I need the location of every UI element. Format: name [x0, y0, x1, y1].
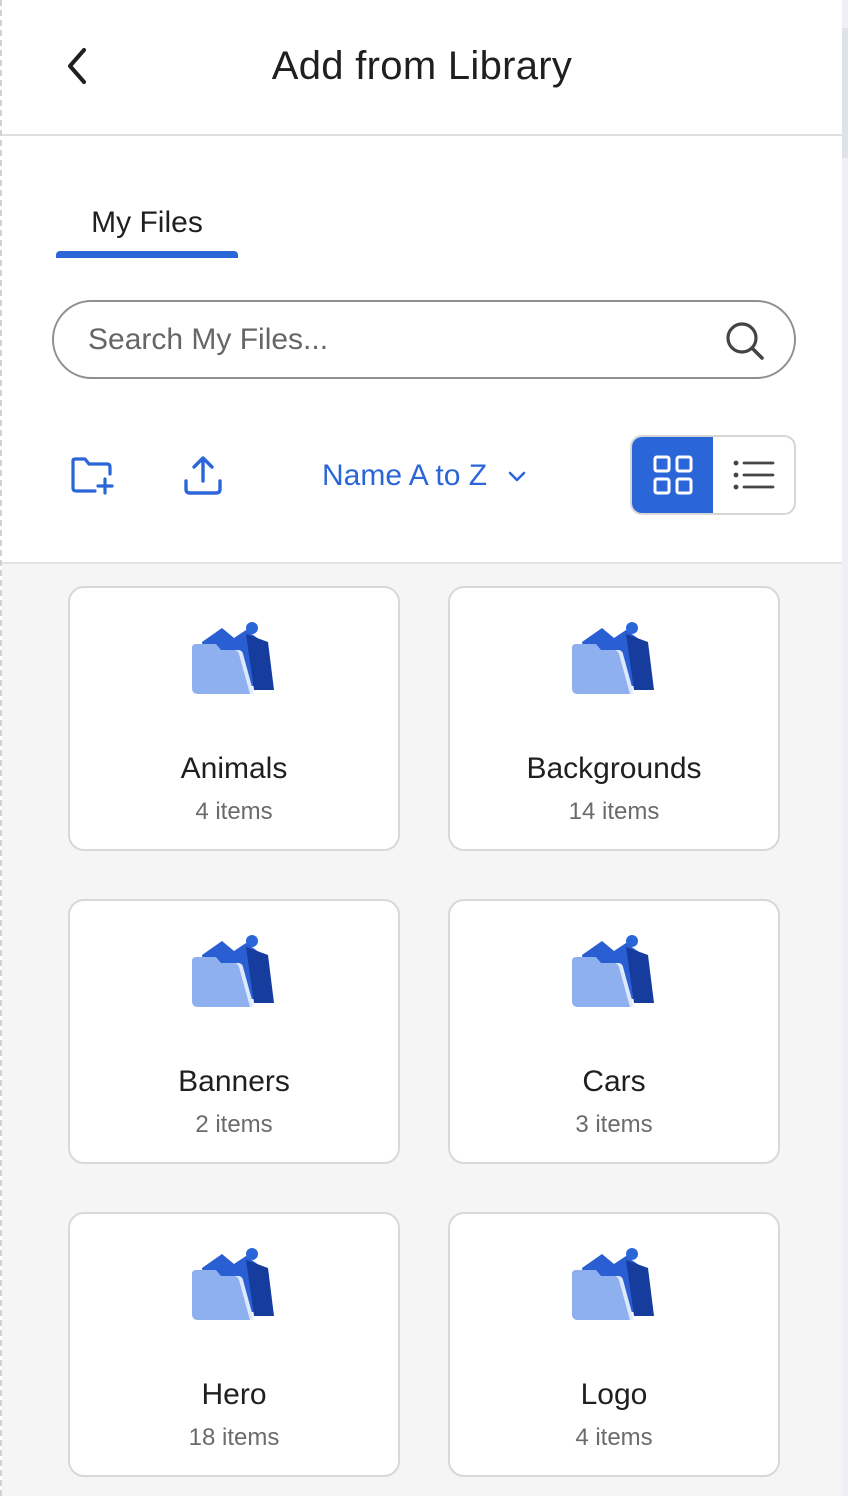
folder-item-count: 4 items: [575, 1424, 653, 1451]
folder-item-count: 3 items: [575, 1111, 653, 1138]
folder-name: Hero: [201, 1378, 267, 1411]
chevron-down-icon: [508, 471, 526, 482]
folder-name: Backgrounds: [526, 752, 702, 785]
tab-label: My Files: [91, 206, 203, 239]
sort-dropdown[interactable]: Name A to Z: [322, 454, 529, 498]
image-folder-icon: [192, 622, 274, 694]
folder-item-count: 4 items: [195, 798, 273, 825]
list-view-icon: [733, 460, 774, 490]
sort-label: Name A to Z: [322, 459, 488, 492]
folder-name: Banners: [178, 1065, 290, 1098]
active-tab-indicator: [56, 251, 238, 258]
folder-item-count: 18 items: [188, 1424, 280, 1451]
search-icon[interactable]: [724, 320, 766, 362]
page-title: Add from Library: [271, 44, 573, 88]
background-tab: [842, 28, 848, 158]
folder-item-count: 14 items: [568, 798, 660, 825]
list-view-button[interactable]: [713, 437, 794, 513]
folder-card[interactable]: Cars 3 items: [448, 899, 780, 1164]
folder-plus-icon: [71, 457, 114, 495]
folder-card[interactable]: Animals 4 items: [68, 586, 400, 851]
folder-name: Animals: [180, 752, 288, 785]
tab-my-files[interactable]: My Files: [56, 190, 238, 258]
folder-name: Logo: [580, 1378, 648, 1411]
image-folder-icon: [572, 1248, 654, 1320]
grid-view-icon: [653, 455, 692, 495]
folder-name: Cars: [582, 1065, 646, 1098]
view-toggle: [630, 435, 796, 515]
library-panel: Add from Library My Files Search My File…: [0, 0, 842, 1496]
folder-item-count: 2 items: [195, 1111, 273, 1138]
folder-card[interactable]: Backgrounds 14 items: [448, 586, 780, 851]
upload-button[interactable]: [178, 450, 228, 500]
image-folder-icon: [572, 935, 654, 1007]
toolbar: Name A to Z: [2, 430, 842, 520]
grid-view-button[interactable]: [632, 437, 713, 513]
search-box: [52, 300, 796, 379]
image-folder-icon: [572, 622, 654, 694]
folder-card[interactable]: Logo 4 items: [448, 1212, 780, 1477]
background-strip: [842, 0, 848, 1496]
folder-grid-area: Animals 4 items Backgrounds 14 items Ban…: [2, 562, 842, 1496]
new-folder-button[interactable]: [68, 450, 118, 500]
search-input[interactable]: [86, 321, 690, 358]
header: Add from Library: [2, 0, 842, 136]
folder-card[interactable]: Banners 2 items: [68, 899, 400, 1164]
folder-card[interactable]: Hero 18 items: [68, 1212, 400, 1477]
upload-icon: [184, 456, 222, 495]
image-folder-icon: [192, 935, 274, 1007]
image-folder-icon: [192, 1248, 274, 1320]
folder-grid: Animals 4 items Backgrounds 14 items Ban…: [68, 586, 780, 1477]
